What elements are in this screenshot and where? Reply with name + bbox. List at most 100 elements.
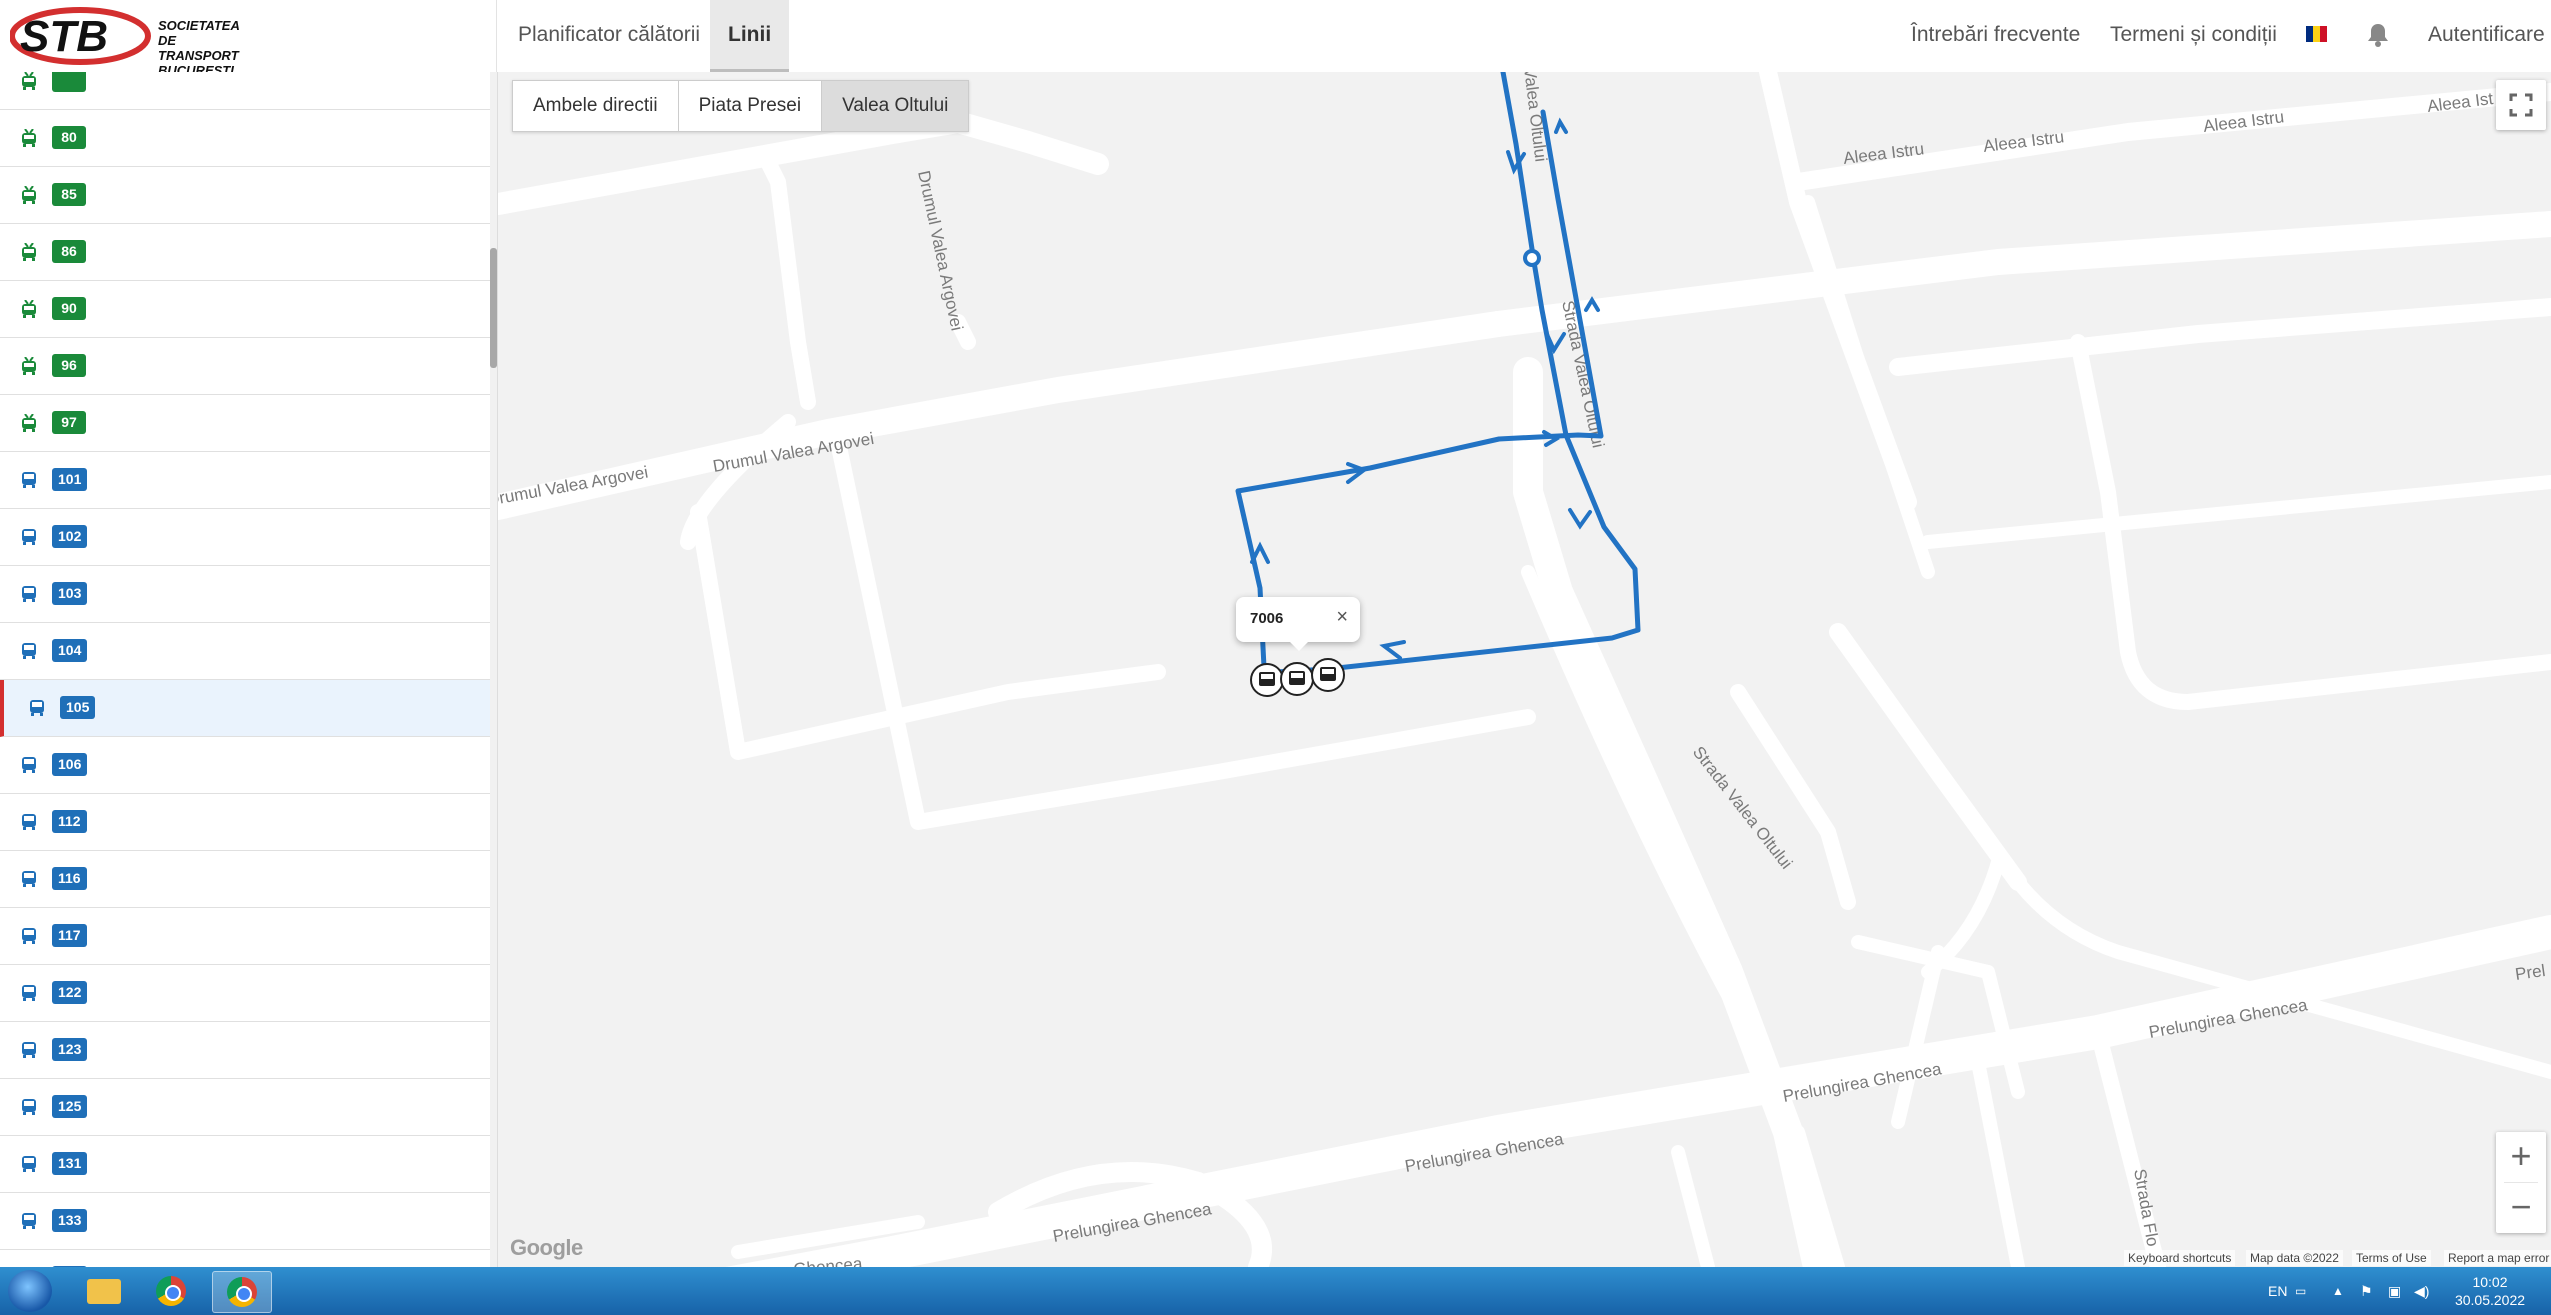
bus-icon	[22, 1156, 36, 1172]
line-number-badge: 80	[52, 126, 86, 149]
direction-selector: Ambele directii Piata Presei Valea Oltul…	[512, 80, 970, 132]
trolleybus-icon	[22, 357, 36, 375]
stb-logo[interactable]: STB SOCIETATEA DE TRANSPORT BUCUREȘTI	[10, 6, 250, 78]
stb-logo-icon: STB	[10, 7, 151, 65]
line-number-badge: 123	[52, 1038, 88, 1061]
bus-marker-icon[interactable]	[1280, 662, 1314, 696]
vehicle-markers[interactable]	[1250, 658, 1345, 697]
popup-close-icon[interactable]: ×	[1336, 606, 1348, 629]
line-row[interactable]: 106	[0, 737, 490, 794]
action-center-flag-icon[interactable]: ⚑	[2360, 1267, 2373, 1315]
line-row[interactable]: 80	[0, 110, 490, 167]
zoom-in-button[interactable]: +	[2496, 1132, 2546, 1182]
bus-icon	[22, 1099, 36, 1115]
sidebar-scrollbar-thumb[interactable]	[490, 248, 497, 368]
line-row[interactable]: 101	[0, 452, 490, 509]
line-row[interactable]: 105	[0, 680, 490, 737]
keyboard-shortcuts-link[interactable]: Keyboard shortcuts	[2124, 1250, 2236, 1266]
bus-icon	[22, 814, 36, 830]
zoom-controls: + −	[2496, 1132, 2546, 1233]
map-data-text: Map data ©2022	[2246, 1250, 2343, 1266]
romania-flag-icon[interactable]	[2306, 26, 2327, 42]
line-row[interactable]: 85	[0, 167, 490, 224]
system-clock[interactable]: 10:02 30.05.2022	[2440, 1273, 2540, 1309]
line-row[interactable]: 104	[0, 623, 490, 680]
line-row[interactable]: 131	[0, 1136, 490, 1193]
bus-icon	[30, 700, 44, 716]
line-row[interactable]: 122	[0, 965, 490, 1022]
chrome-icon[interactable]	[212, 1271, 272, 1313]
line-row[interactable]: 123	[0, 1022, 490, 1079]
direction-both-button[interactable]: Ambele directii	[513, 81, 679, 131]
bus-icon	[22, 1042, 36, 1058]
google-logo[interactable]: Google	[510, 1235, 583, 1261]
line-row[interactable]: 133	[0, 1193, 490, 1250]
line-number-badge: 105	[60, 696, 96, 719]
line-number-badge: 122	[52, 981, 88, 1004]
file-explorer-icon[interactable]	[74, 1271, 132, 1311]
bus-icon	[22, 529, 36, 545]
line-row[interactable]: 102	[0, 509, 490, 566]
line-number-badge: 86	[52, 240, 86, 263]
line-row[interactable]: 96	[0, 338, 490, 395]
nav-terms[interactable]: Termeni și condiții	[2092, 0, 2295, 69]
route-stop-marker[interactable]	[1523, 249, 1541, 267]
street-label: Prel	[2514, 961, 2547, 984]
top-header: STB SOCIETATEA DE TRANSPORT BUCUREȘTI Pl…	[0, 0, 2551, 78]
report-map-error-link[interactable]: Report a map error	[2444, 1250, 2551, 1266]
line-row[interactable]: 116	[0, 851, 490, 908]
header-divider	[496, 0, 497, 72]
terms-of-use-link[interactable]: Terms of Use	[2352, 1250, 2431, 1266]
trolleybus-icon	[22, 300, 36, 318]
direction-piata-presei-button[interactable]: Piata Presei	[678, 81, 823, 131]
line-number-badge: 112	[52, 810, 87, 833]
bus-marker-icon[interactable]	[1311, 658, 1345, 692]
line-row[interactable]: 103	[0, 566, 490, 623]
line-row[interactable]: 135	[0, 1250, 490, 1267]
line-number-badge	[52, 72, 86, 92]
line-number-badge: 117	[52, 924, 87, 947]
nav-lines[interactable]: Linii	[710, 0, 790, 72]
line-row[interactable]: 86	[0, 224, 490, 281]
language-indicator[interactable]: EN	[2268, 1267, 2287, 1315]
line-row[interactable]: 125	[0, 1079, 490, 1136]
brand-line: DE TRANSPORT	[158, 33, 239, 63]
line-row[interactable]: 112	[0, 794, 490, 851]
line-row[interactable]: 117	[0, 908, 490, 965]
bus-icon	[22, 928, 36, 944]
map-canvas[interactable]: Drumul Valea Argovei Drumul Valea Argove…	[498, 72, 2551, 1267]
bus-icon	[22, 643, 36, 659]
line-number-badge: 106	[52, 753, 88, 776]
bus-icon	[22, 586, 36, 602]
fullscreen-button[interactable]	[2496, 80, 2546, 130]
nav-trip-planner[interactable]: Planificator călătorii	[500, 0, 718, 69]
direction-valea-oltului-button[interactable]: Valea Oltului	[822, 81, 969, 131]
bell-icon[interactable]	[2366, 22, 2390, 48]
lines-sidebar: 80 85 86 90 96 97 101 102 103 104 105 106 112 116 117 1…	[0, 72, 490, 1267]
svg-text:STB: STB	[20, 12, 108, 61]
show-hidden-icons-icon[interactable]: ▲	[2332, 1267, 2344, 1315]
line-number-badge: 133	[52, 1209, 88, 1232]
map-view[interactable]: Drumul Valea Argovei Drumul Valea Argove…	[498, 72, 2551, 1267]
line-number-badge: 97	[52, 411, 86, 434]
vehicle-popup: 7006 ×	[1236, 597, 1360, 651]
nav-faq[interactable]: Întrebări frecvente	[1893, 0, 2098, 69]
bus-marker-icon[interactable]	[1250, 663, 1284, 697]
network-icon[interactable]: ▣	[2388, 1267, 2401, 1315]
line-number-badge: 103	[52, 582, 88, 605]
line-number-badge: 96	[52, 354, 86, 377]
line-number-badge: 102	[52, 525, 88, 548]
nav-login[interactable]: Autentificare	[2410, 0, 2551, 69]
start-orb-icon[interactable]	[8, 1270, 52, 1312]
line-row[interactable]: 90	[0, 281, 490, 338]
line-number-badge: 125	[52, 1095, 88, 1118]
zoom-out-button[interactable]: −	[2496, 1183, 2546, 1233]
line-row[interactable]: 97	[0, 395, 490, 452]
line-row[interactable]	[0, 72, 490, 110]
line-number-badge: 90	[52, 297, 86, 320]
volume-icon[interactable]: ◀)	[2414, 1267, 2429, 1315]
chrome-icon[interactable]	[142, 1271, 200, 1311]
keyboard-icon[interactable]: ▭	[2295, 1267, 2306, 1315]
bus-icon	[22, 472, 36, 488]
clock-time: 10:02	[2472, 1274, 2508, 1290]
